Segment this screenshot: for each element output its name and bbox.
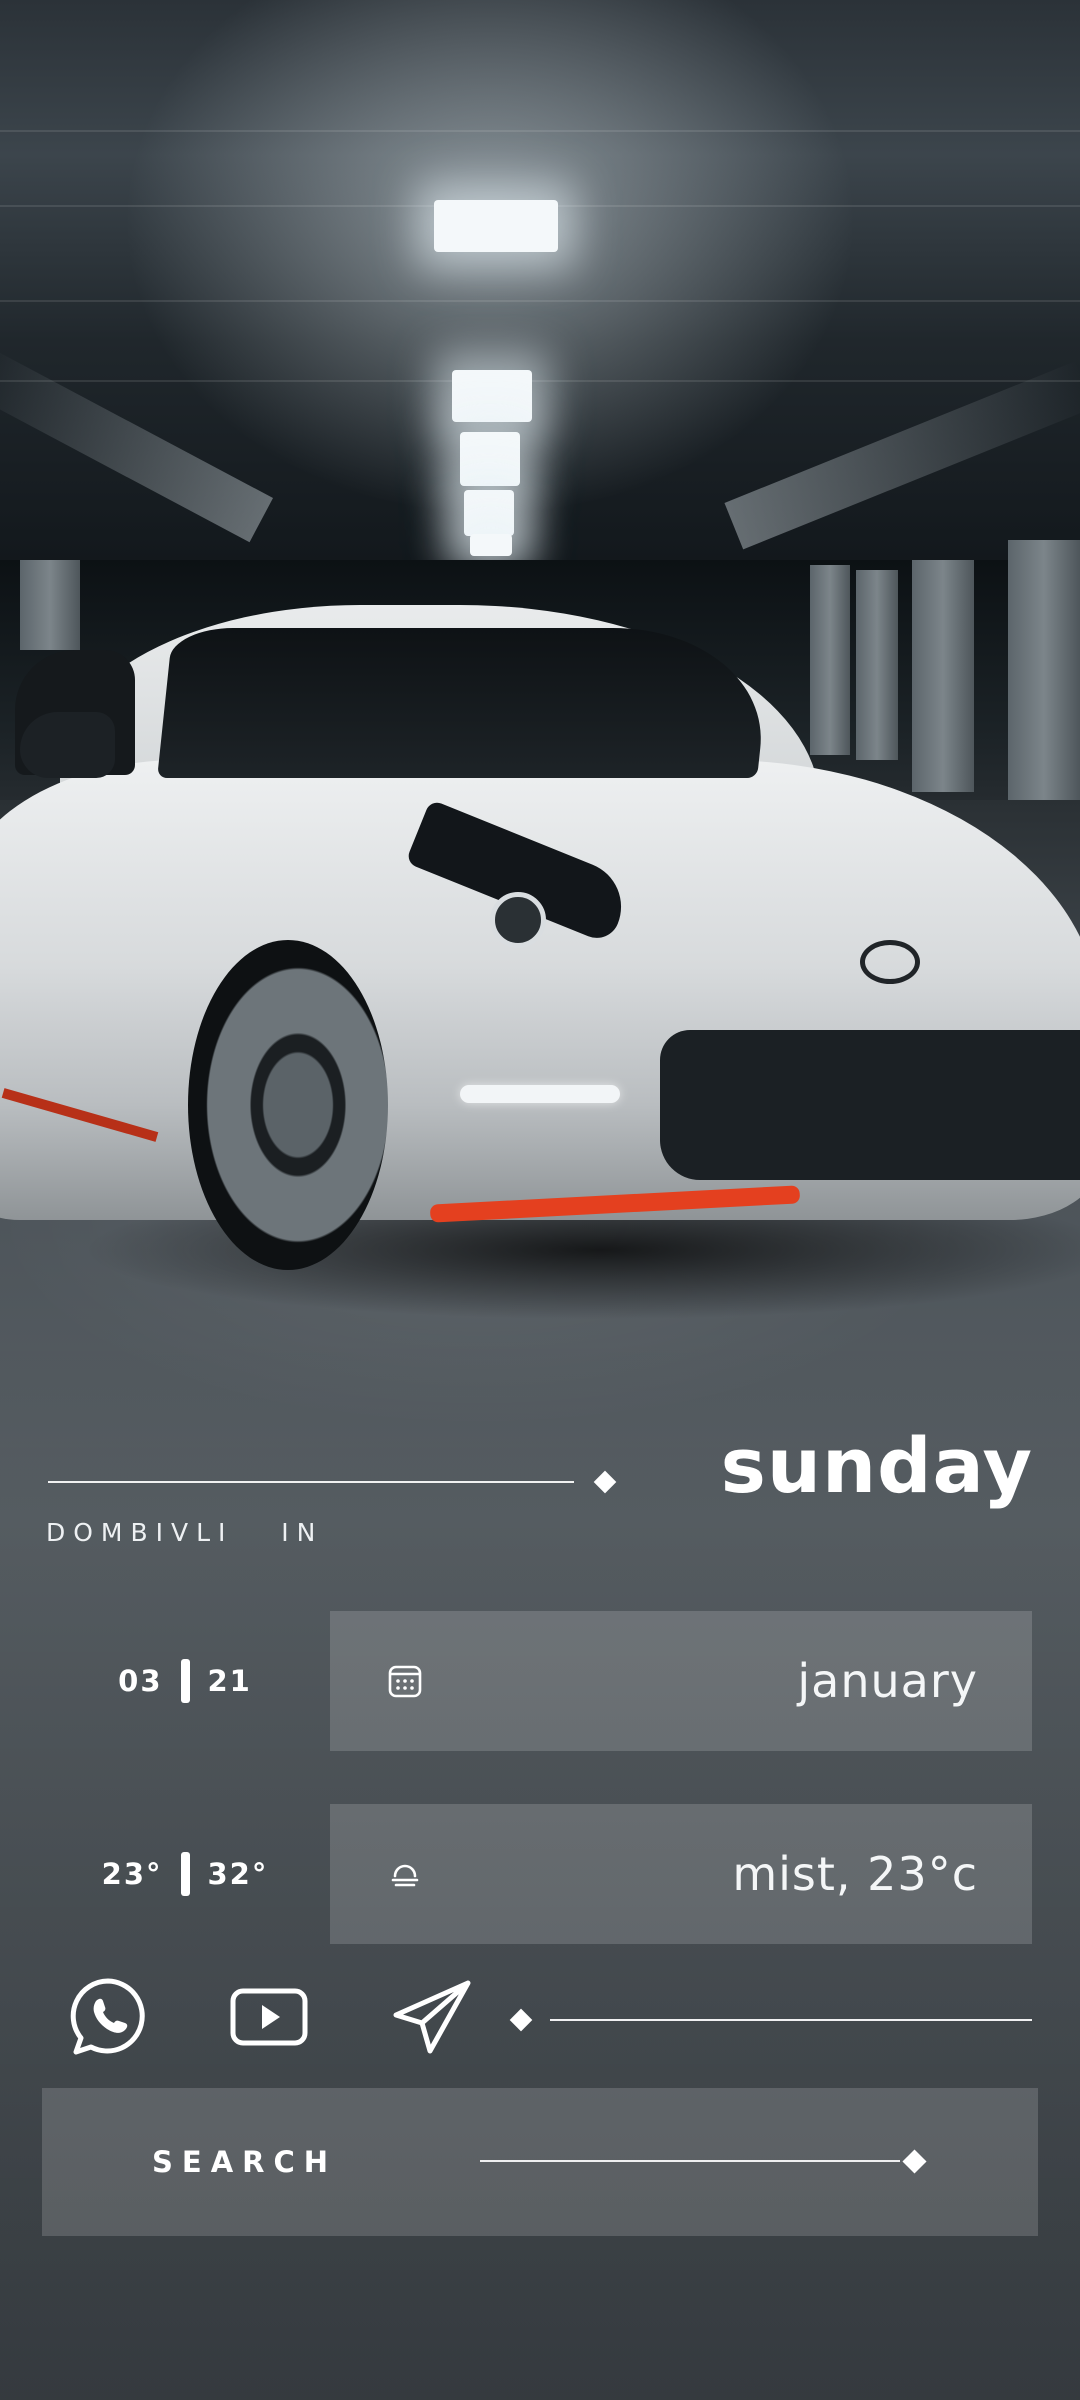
month-label: january (797, 1654, 978, 1708)
car-wheel (188, 940, 388, 1270)
date-year: 21 (207, 1664, 252, 1698)
search-divider-line (480, 2160, 900, 2162)
pillar (912, 560, 974, 792)
search-label: SEARCH (152, 2145, 338, 2179)
telegram-icon[interactable] (390, 1975, 474, 2059)
weather-condition: mist, 23°c (732, 1847, 978, 1901)
car-badge (860, 940, 920, 984)
divider-line (550, 2019, 1032, 2021)
pillar (1008, 540, 1080, 816)
day-of-week[interactable]: sunday (721, 1428, 1033, 1504)
pillar (856, 570, 898, 760)
ceiling-lamp (460, 432, 520, 486)
divider-line (48, 1481, 574, 1483)
wallpaper-image (0, 0, 1080, 2400)
location-label[interactable]: DOMBIVLI IN (46, 1518, 323, 1547)
weather-panel[interactable]: mist, 23°c (330, 1804, 1032, 1944)
temp-separator (180, 1852, 190, 1896)
mist-icon (391, 1864, 419, 1887)
car-headlight-lens (490, 892, 546, 948)
parking-ceiling (0, 0, 1080, 620)
temp-max: 32° (207, 1857, 269, 1891)
pillar (810, 565, 850, 755)
temperature-range[interactable]: 23° 32° (40, 1804, 330, 1944)
date-numbers[interactable]: 03 21 (40, 1611, 330, 1751)
search-bar[interactable]: SEARCH (42, 2088, 1038, 2236)
date-day: 03 (118, 1664, 163, 1698)
ceiling-lamp (470, 534, 512, 556)
date-separator (180, 1659, 190, 1703)
youtube-icon[interactable] (227, 1975, 311, 2059)
car-mirror (20, 712, 115, 778)
ceiling-lamp (434, 200, 558, 252)
temp-min: 23° (101, 1857, 163, 1891)
ceiling-beam (0, 300, 1080, 302)
whatsapp-icon[interactable] (66, 1975, 150, 2059)
car-grille (660, 1030, 1080, 1180)
ceiling-beam (0, 130, 1080, 132)
calendar-panel[interactable]: january (330, 1611, 1032, 1751)
ceiling-lamp (452, 370, 532, 422)
car-windshield (157, 628, 773, 778)
pillar (20, 560, 80, 650)
search-divider-diamond (902, 2149, 927, 2174)
ceiling-lamp (464, 490, 514, 536)
car-fog-light (460, 1085, 620, 1103)
ceiling-beam (0, 380, 1080, 382)
calendar-icon (388, 1665, 422, 1698)
